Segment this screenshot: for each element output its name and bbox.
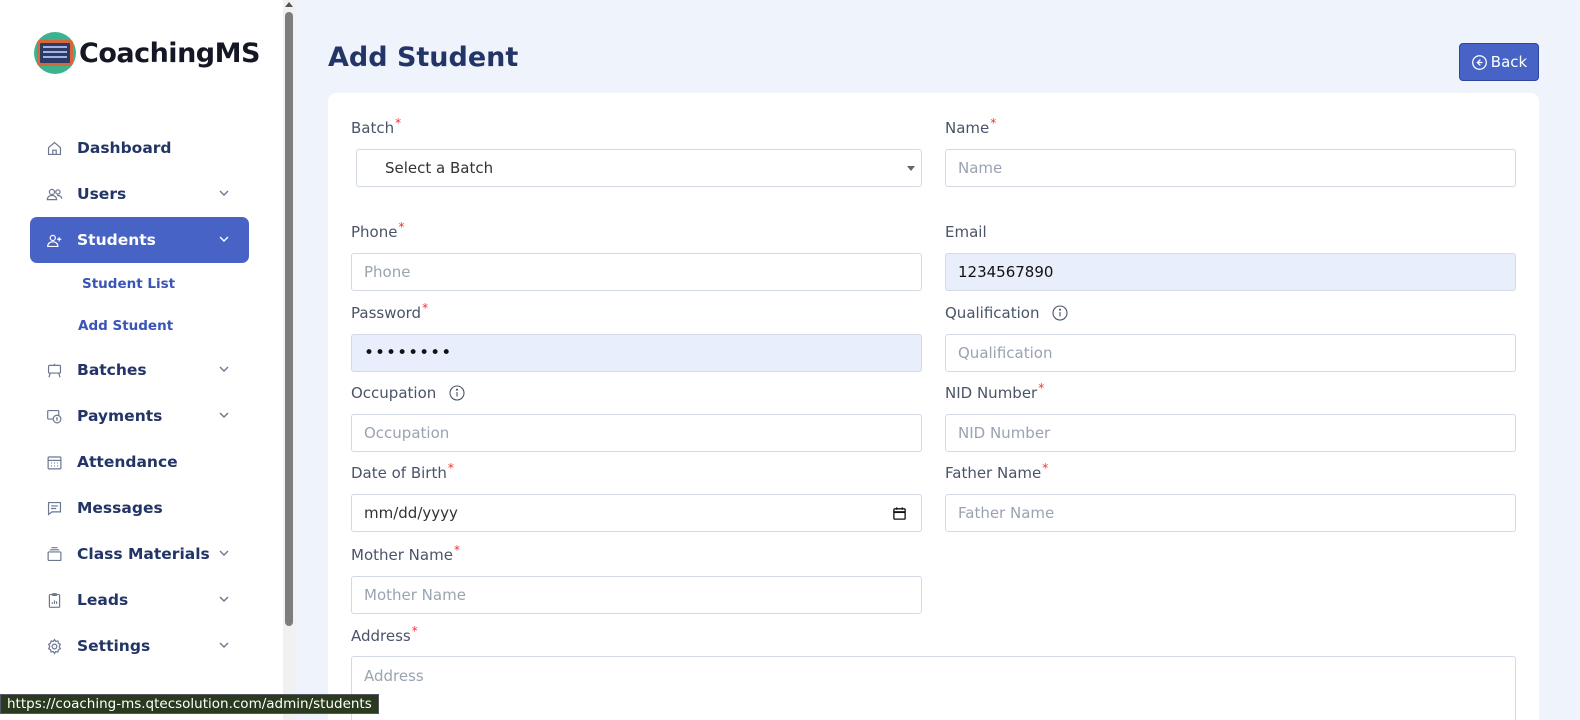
sidebar-item-label: Dashboard <box>77 139 172 157</box>
sidebar-item-settings[interactable]: Settings <box>30 623 249 669</box>
sidebar: CoachingMS Dashboard Users Students Stud… <box>0 0 283 720</box>
sidebar-item-batches[interactable]: Batches <box>30 347 249 393</box>
sidebar-item-label: Class Materials <box>77 545 210 563</box>
mother-name-label: Mother Name* <box>351 543 460 564</box>
sidebar-item-label: Leads <box>77 591 129 609</box>
scroll-up-arrow-icon[interactable] <box>285 2 293 7</box>
occupation-input[interactable]: Occupation <box>351 414 922 452</box>
clipboard-icon <box>45 591 63 609</box>
user-plus-icon <box>45 231 63 249</box>
sidebar-item-label: Attendance <box>77 453 178 471</box>
chevron-down-icon <box>219 190 229 196</box>
mother-name-input[interactable]: Mother Name <box>351 576 922 614</box>
app-logo[interactable]: CoachingMS <box>34 32 260 74</box>
status-url: https://coaching-ms.qtecsolution.com/adm… <box>7 696 372 712</box>
password-label: Password* <box>351 301 429 322</box>
chevron-down-icon <box>219 236 229 242</box>
sidebar-item-payments[interactable]: Payments <box>30 393 249 439</box>
chevron-down-icon <box>219 596 229 602</box>
logo-text: CoachingMS <box>79 37 260 69</box>
info-icon[interactable] <box>449 385 465 401</box>
date-of-birth-label: Date of Birth* <box>351 461 454 482</box>
sidebar-subitem-student-list[interactable]: Student List <box>30 263 249 305</box>
qualification-label: Qualification <box>945 304 1068 322</box>
password-input[interactable]: •••••••• <box>351 334 922 372</box>
sidebar-item-users[interactable]: Users <box>30 171 249 217</box>
calendar-picker-icon[interactable] <box>892 506 907 521</box>
sidebar-item-label: Messages <box>77 499 163 517</box>
father-name-label: Father Name* <box>945 461 1049 482</box>
home-icon <box>45 139 63 157</box>
date-of-birth-input[interactable]: mm/dd/yyyy <box>351 494 922 532</box>
chevron-down-icon <box>219 412 229 418</box>
sidebar-subitem-label: Add Student <box>78 318 174 334</box>
easel-icon <box>45 361 63 379</box>
sidebar-item-class-materials[interactable]: Class Materials <box>30 531 249 577</box>
payment-icon <box>45 407 63 425</box>
nid-number-input[interactable]: NID Number <box>945 414 1516 452</box>
batch-select[interactable]: Select a Batch <box>356 149 922 187</box>
sidebar-item-messages[interactable]: Messages <box>30 485 249 531</box>
sidebar-item-label: Users <box>77 185 127 203</box>
email-input[interactable]: 1234567890 <box>945 253 1516 291</box>
name-input[interactable]: Name <box>945 149 1516 187</box>
calendar-icon <box>45 453 63 471</box>
address-textarea[interactable]: Address <box>351 656 1516 720</box>
chevron-down-icon <box>219 550 229 556</box>
chevron-down-icon <box>219 366 229 372</box>
logo-board-icon <box>34 32 76 74</box>
father-name-input[interactable]: Father Name <box>945 494 1516 532</box>
qualification-input[interactable]: Qualification <box>945 334 1516 372</box>
message-icon <box>45 499 63 517</box>
page-title: Add Student <box>328 42 519 73</box>
sidebar-subitem-add-student[interactable]: Add Student <box>30 305 249 347</box>
sidebar-nav: Dashboard Users Students Student List Ad… <box>30 125 249 669</box>
scrollbar-thumb[interactable] <box>285 12 293 626</box>
sidebar-subitem-label: Student List <box>82 276 176 292</box>
name-label: Name* <box>945 116 997 137</box>
chevron-down-icon <box>219 642 229 648</box>
add-student-form <box>328 93 1539 720</box>
back-button-label: Back <box>1490 53 1528 71</box>
sidebar-item-leads[interactable]: Leads <box>30 577 249 623</box>
caret-down-icon <box>907 166 915 171</box>
gear-icon <box>45 637 63 655</box>
email-label: Email <box>945 223 987 241</box>
batch-select-value: Select a Batch <box>385 159 494 177</box>
batch-label: Batch* <box>351 116 402 137</box>
link-status-bar: https://coaching-ms.qtecsolution.com/adm… <box>0 694 379 714</box>
nid-number-label: NID Number* <box>945 381 1045 402</box>
sidebar-item-students[interactable]: Students <box>30 217 249 263</box>
sidebar-item-label: Batches <box>77 361 147 379</box>
phone-input[interactable]: Phone <box>351 253 922 291</box>
sidebar-item-label: Students <box>77 231 156 249</box>
occupation-label: Occupation <box>351 384 465 402</box>
arrow-left-circle-icon <box>1471 54 1487 70</box>
info-icon[interactable] <box>1052 305 1068 321</box>
sidebar-item-attendance[interactable]: Attendance <box>30 439 249 485</box>
sidebar-scrollbar[interactable] <box>283 0 296 720</box>
sidebar-item-label: Settings <box>77 637 151 655</box>
back-button[interactable]: Back <box>1459 43 1539 81</box>
sidebar-item-label: Payments <box>77 407 163 425</box>
sidebar-item-dashboard[interactable]: Dashboard <box>30 125 249 171</box>
phone-label: Phone* <box>351 220 405 241</box>
address-label: Address* <box>351 624 418 645</box>
stack-icon <box>45 545 63 563</box>
users-icon <box>45 185 63 203</box>
